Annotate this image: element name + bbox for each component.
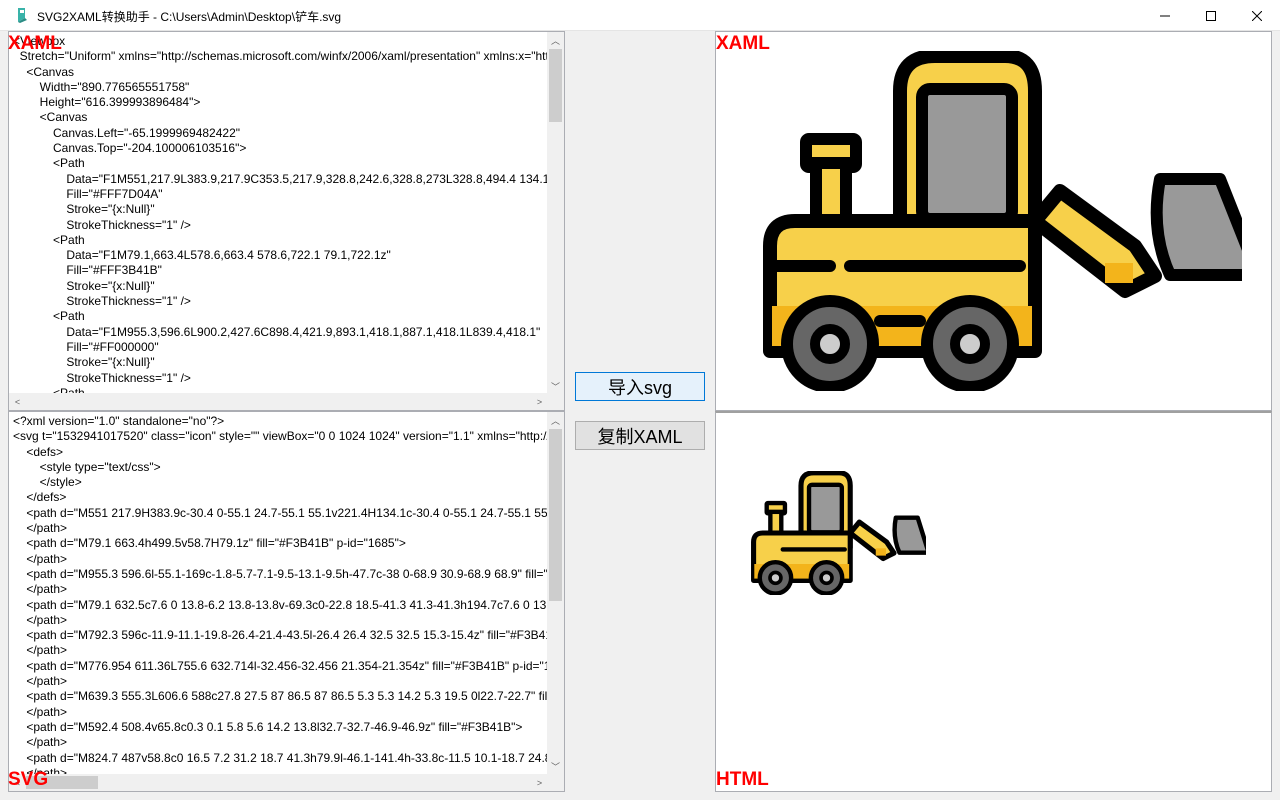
minimize-button[interactable]	[1142, 0, 1188, 31]
scroll-corner	[547, 393, 564, 410]
code-line: </path>	[13, 704, 68, 719]
loader-illustration-large	[763, 51, 1242, 391]
code-line: StrokeThickness="1" />	[13, 294, 191, 309]
code-line: <Canvas	[13, 110, 88, 125]
code-line: </path>	[13, 612, 68, 627]
xaml-editor-label: XAML	[8, 33, 62, 54]
window-title: SVG2XAML转换助手 - C:\Users\Admin\Desktop\铲车…	[37, 10, 342, 24]
close-button[interactable]	[1234, 0, 1280, 31]
title-bar: SVG2XAML转换助手 - C:\Users\Admin\Desktop\铲车…	[0, 0, 1280, 31]
code-line: <path d="M79.1 632.5c7.6 0 13.8-6.2 13.8…	[26, 597, 548, 612]
copy-xaml-button[interactable]: 复制XAML	[575, 421, 705, 450]
svg-editor[interactable]: <?xml version="1.0" standalone="no"?> <sv…	[8, 411, 565, 792]
scroll-up-icon[interactable]: ︿	[547, 412, 564, 429]
code-line: <path d="M551 217.9H383.9c-30.4 0-55.1 2…	[26, 505, 548, 520]
code-line: StrokeThickness="1" />	[13, 370, 191, 385]
maximize-icon	[1206, 10, 1216, 21]
code-line: <path d="M79.1 663.4h499.5v58.7H79.1z" f…	[13, 536, 406, 551]
code-line: </path>	[13, 551, 68, 566]
code-line: Data="F1M79.1,663.4L578.6,663.4 578.6,72…	[13, 248, 391, 263]
code-line: <Viewbox	[13, 34, 66, 48]
code-line: Data="F1M955.3,596.6L900.2,427.6C898.4,4…	[13, 324, 541, 339]
svg-editor-label: SVG	[8, 769, 49, 790]
code-line: </style>	[13, 475, 82, 490]
code-line: <Path	[13, 156, 85, 171]
code-line: </defs>	[13, 490, 67, 505]
code-line: <path d="M824.7 487v58.8c0 16.5 7.2 31.2…	[26, 750, 548, 765]
code-line: <path d="M592.4 508.4v65.8c0.3 0.1 5.8 5…	[13, 719, 523, 734]
code-line: Data="F1M551,217.9L383.9,217.9C353.5,217…	[13, 171, 548, 186]
scroll-right-icon[interactable]: >	[531, 774, 548, 791]
svg-horizontal-scrollbar[interactable]: < >	[9, 774, 548, 791]
code-line: Fill="#FFF3B41B"	[13, 263, 162, 278]
code-line: </path>	[13, 674, 68, 689]
scroll-right-icon[interactable]: >	[531, 393, 548, 410]
minimize-icon	[1160, 15, 1170, 16]
code-line: StrokeThickness="1" />	[13, 217, 191, 232]
svg-vertical-scrollbar[interactable]: ︿ ﹀	[547, 412, 564, 775]
code-line: Width="890.776565551758"	[13, 79, 190, 94]
xaml-preview-label: XAML	[716, 33, 770, 54]
import-svg-button[interactable]: 导入svg	[575, 372, 705, 401]
close-icon	[1252, 10, 1262, 21]
maximize-button[interactable]	[1188, 0, 1234, 31]
code-line: Stroke="{x:Null}"	[13, 278, 155, 293]
svg-code[interactable]: <?xml version="1.0" standalone="no"?> <sv…	[13, 414, 548, 778]
code-line: <Path	[13, 309, 85, 324]
code-line: <Canvas	[13, 64, 75, 79]
code-line: <svg t="1532941017520" class="icon" styl…	[13, 429, 548, 444]
scroll-thumb[interactable]	[549, 49, 562, 122]
html-preview	[715, 411, 1272, 792]
code-line: <path d="M639.3 555.3L606.6 588c27.8 27.…	[26, 689, 548, 704]
code-line: <path d="M776.954 611.36L755.6 632.714l-…	[13, 658, 548, 673]
code-line: Stroke="{x:Null}"	[13, 355, 155, 370]
code-line: Canvas.Left="-65.1999969482422"	[13, 125, 241, 140]
code-line: Fill="#FF000000"	[13, 339, 159, 354]
scroll-corner	[547, 774, 564, 791]
xaml-preview	[715, 31, 1272, 411]
scroll-left-icon[interactable]: <	[9, 393, 26, 410]
html-preview-label: HTML	[716, 769, 769, 790]
code-line: Stroke="{x:Null}"	[13, 202, 155, 217]
code-line: Canvas.Top="-204.100006103516">	[13, 141, 247, 156]
code-line: <path d="M955.3 596.6l-55.1-169c-1.8-5.7…	[13, 566, 548, 581]
code-line: </path>	[13, 643, 68, 658]
scroll-down-icon[interactable]: ﹀	[547, 758, 564, 775]
scroll-thumb[interactable]	[549, 429, 562, 601]
code-line: Height="616.399993896484">	[13, 95, 201, 110]
code-line: </path>	[13, 582, 68, 597]
xaml-vertical-scrollbar[interactable]: ︿ ﹀	[547, 32, 564, 395]
xaml-editor[interactable]: <Viewbox Stretch="Uniform" xmlns="http:/…	[8, 31, 565, 411]
window-body: <Viewbox Stretch="Uniform" xmlns="http:/…	[0, 31, 1280, 800]
xaml-code[interactable]: <Viewbox Stretch="Uniform" xmlns="http:/…	[13, 34, 548, 398]
code-line: </path>	[13, 521, 68, 536]
loader-illustration-small	[751, 471, 926, 595]
code-line: <defs>	[13, 444, 64, 459]
scroll-up-icon[interactable]: ︿	[547, 32, 564, 49]
code-line: Stretch="Uniform" xmlns="http://schemas.…	[19, 49, 548, 64]
code-line: Fill="#FFF7D04A"	[13, 186, 163, 201]
code-line: <path d="M792.3 596c-11.9-11.1-19.8-26.4…	[13, 628, 548, 643]
code-line: <Path	[13, 232, 85, 247]
code-line: <?xml version="1.0" standalone="no"?>	[13, 414, 225, 428]
code-line: </path>	[13, 735, 68, 750]
app-icon	[18, 8, 27, 23]
code-line: <style type="text/css">	[13, 459, 161, 474]
xaml-horizontal-scrollbar[interactable]: < >	[9, 393, 548, 410]
